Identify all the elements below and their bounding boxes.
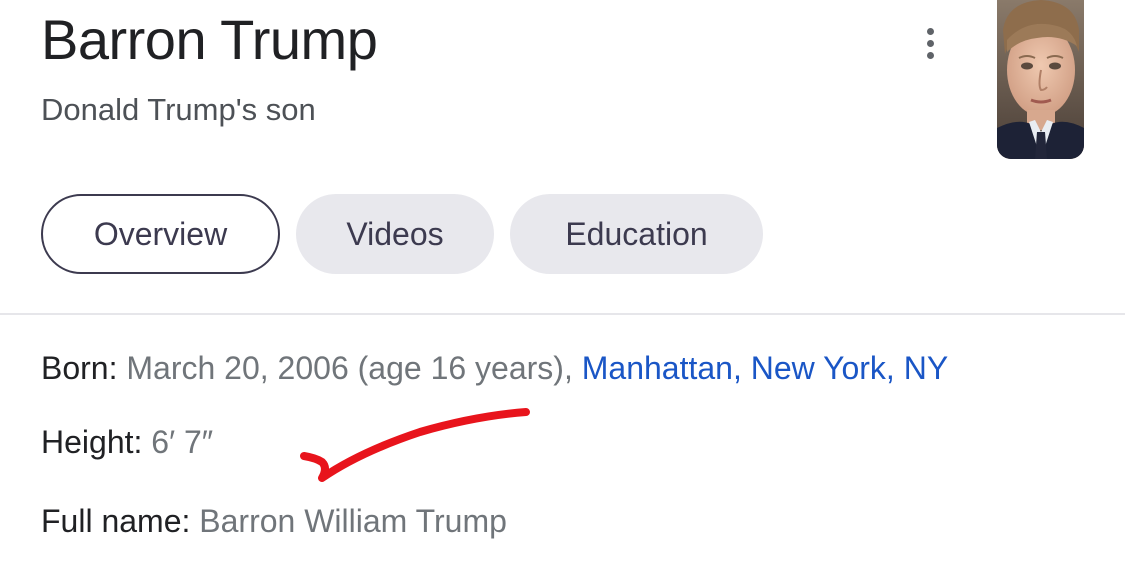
more-vert-icon-dot-3 — [926, 51, 934, 59]
fact-born: Born: March 20, 2006 (age 16 years), Man… — [41, 346, 948, 390]
fact-full-name-label: Full name: — [41, 503, 191, 539]
fact-full-name-value: Barron William Trump — [199, 503, 507, 539]
portrait-thumbnail[interactable] — [997, 0, 1084, 159]
tab-education[interactable]: Education — [510, 194, 763, 274]
portrait-photo-icon — [997, 0, 1084, 159]
red-checkmark-annotation-icon — [300, 408, 530, 482]
tab-videos[interactable]: Videos — [296, 194, 494, 274]
fact-born-place-link[interactable]: Manhattan, New York, NY — [582, 350, 948, 386]
divider — [0, 313, 1125, 315]
tab-bar: Overview Videos Education — [41, 194, 763, 274]
more-vert-icon — [926, 27, 934, 35]
tab-overview[interactable]: Overview — [41, 194, 280, 274]
fact-born-value: March 20, 2006 (age 16 years), — [126, 350, 573, 386]
page-title: Barron Trump — [41, 8, 378, 71]
fact-height: Height: 6′ 7″ — [41, 420, 213, 464]
fact-full-name: Full name: Barron William Trump — [41, 499, 507, 543]
fact-height-label: Height: — [41, 424, 143, 460]
more-options-button[interactable] — [912, 22, 948, 64]
more-vert-icon-dot-2 — [926, 39, 934, 47]
fact-born-label: Born: — [41, 350, 118, 386]
subtitle: Donald Trump's son — [41, 92, 316, 127]
fact-height-value: 6′ 7″ — [151, 424, 214, 460]
